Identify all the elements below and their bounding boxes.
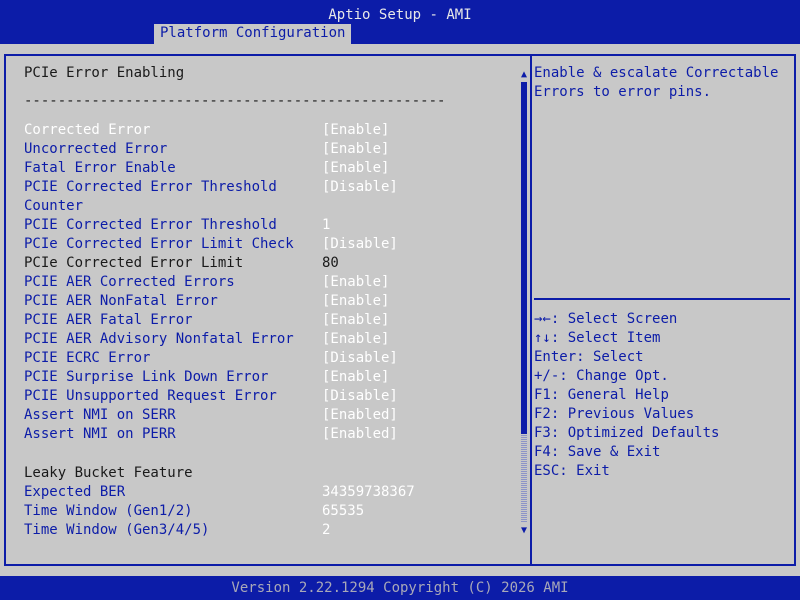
help-panel: Enable & escalate Correctable Errors to … xyxy=(532,54,796,566)
setting-label: PCIe Corrected Error Limit xyxy=(24,255,244,271)
setting-value[interactable]: [Disable] xyxy=(322,387,398,406)
setting-label: PCIE Surprise Link Down Error xyxy=(24,369,269,385)
scroll-up-icon[interactable]: ▲ xyxy=(519,70,529,80)
key-name: Enter: xyxy=(534,349,585,365)
setting-label: PCIE AER NonFatal Error xyxy=(24,293,218,309)
setting-value[interactable]: 1 xyxy=(322,216,330,235)
help-description: Enable & escalate Correctable Errors to … xyxy=(534,65,779,100)
key-legend-row: ESC: Exit xyxy=(534,462,719,481)
key-description: Previous Values xyxy=(559,406,695,422)
key-name: →←: xyxy=(534,311,560,327)
key-description: Optimized Defaults xyxy=(559,425,720,441)
key-description: Select Item xyxy=(559,330,661,346)
key-name: ESC: xyxy=(534,463,568,479)
section-separator: ----------------------------------------… xyxy=(24,93,446,109)
key-description: Select xyxy=(584,349,644,365)
setting-value[interactable]: [Enable] xyxy=(322,292,389,311)
tab-platform-configuration[interactable]: Platform Configuration xyxy=(154,24,352,44)
key-name: F1: xyxy=(534,387,560,403)
setting-label: PCIE AER Corrected Errors xyxy=(24,274,235,290)
setting-value: 80 xyxy=(322,255,339,271)
app-title: Aptio Setup - AMI xyxy=(328,7,472,23)
key-description: Exit xyxy=(567,463,610,479)
key-name: F4: xyxy=(534,444,560,460)
leaky-value[interactable]: 2 xyxy=(322,521,330,540)
setting-label: PCIE AER Advisory Nonfatal Error xyxy=(24,331,294,347)
key-legend-row: Enter: Select xyxy=(534,348,719,367)
title-bar: Aptio Setup - AMI Platform Configuration xyxy=(0,0,800,44)
setting-label: Assert NMI on PERR xyxy=(24,426,176,442)
setting-value[interactable]: [Enabled] xyxy=(322,406,398,425)
setting-label: PCIE ECRC Error xyxy=(24,350,151,366)
setting-value[interactable]: [Disable] xyxy=(322,178,398,197)
setting-label: PCIE Unsupported Request Error xyxy=(24,388,277,404)
setting-label: Uncorrected Error xyxy=(24,141,168,157)
leaky-label: Expected BER xyxy=(24,484,126,500)
leaky-label: Time Window (Gen3/4/5) xyxy=(24,522,210,538)
setting-value[interactable]: [Disable] xyxy=(322,235,398,254)
setting-value[interactable]: [Enable] xyxy=(322,311,389,330)
setting-label: Assert NMI on SERR xyxy=(24,407,176,423)
setting-label: Fatal Error Enable xyxy=(24,160,176,176)
scrollbar[interactable]: ▲ ▼ xyxy=(519,68,529,536)
scroll-thumb[interactable] xyxy=(521,82,527,434)
setting-label: PCIE Corrected Error Threshold xyxy=(24,217,277,233)
setting-value[interactable]: [Enable] xyxy=(322,368,389,387)
setting-label: PCIE AER Fatal Error xyxy=(24,312,193,328)
key-legend-row: F4: Save & Exit xyxy=(534,443,719,462)
setting-value[interactable]: [Enable] xyxy=(322,273,389,292)
key-legend-row: +/-: Change Opt. xyxy=(534,367,719,386)
setting-label: Counter xyxy=(24,198,84,214)
key-name: ↑↓: xyxy=(534,330,560,346)
key-legend-row: F1: General Help xyxy=(534,386,719,405)
setting-label: PCIe Corrected Error Limit Check xyxy=(24,236,294,252)
key-description: Change Opt. xyxy=(567,368,669,384)
setting-value[interactable]: [Enable] xyxy=(322,121,389,140)
key-legend: →←: Select Screen ↑↓: Select Item Enter: S… xyxy=(534,310,719,481)
status-bar: Version 2.22.1294 Copyright (C) 2026 AMI xyxy=(0,576,800,600)
scroll-down-icon[interactable]: ▼ xyxy=(519,526,529,536)
setting-value[interactable]: [Enable] xyxy=(322,330,389,349)
leaky-value[interactable]: 65535 xyxy=(322,502,364,521)
setting-label: Corrected Error xyxy=(24,122,151,138)
key-legend-row: F2: Previous Values xyxy=(534,405,719,424)
setting-value[interactable]: [Enable] xyxy=(322,140,389,159)
setting-value[interactable]: [Disable] xyxy=(322,349,398,368)
setting-value[interactable]: [Enable] xyxy=(322,159,389,178)
leaky-bucket-title: Leaky Bucket Feature xyxy=(24,465,193,481)
main-area: PCIe Error Enabling --------------------… xyxy=(0,44,800,576)
key-legend-row: F3: Optimized Defaults xyxy=(534,424,719,443)
key-name: F3: xyxy=(534,425,560,441)
setting-label: PCIE Corrected Error Threshold xyxy=(24,179,277,195)
key-legend-row: ↑↓: Select Item xyxy=(534,329,719,348)
key-name: +/-: xyxy=(534,368,568,384)
key-legend-row: →←: Select Screen xyxy=(534,310,719,329)
key-description: Select Screen xyxy=(559,311,678,327)
help-divider xyxy=(534,298,790,300)
leaky-value[interactable]: 34359738367 xyxy=(322,483,415,502)
settings-panel: PCIe Error Enabling --------------------… xyxy=(4,54,532,566)
leaky-label: Time Window (Gen1/2) xyxy=(24,503,193,519)
setting-value[interactable]: [Enabled] xyxy=(322,425,398,444)
key-name: F2: xyxy=(534,406,560,422)
key-description: General Help xyxy=(559,387,669,403)
section-title: PCIe Error Enabling xyxy=(24,65,185,81)
key-description: Save & Exit xyxy=(559,444,661,460)
